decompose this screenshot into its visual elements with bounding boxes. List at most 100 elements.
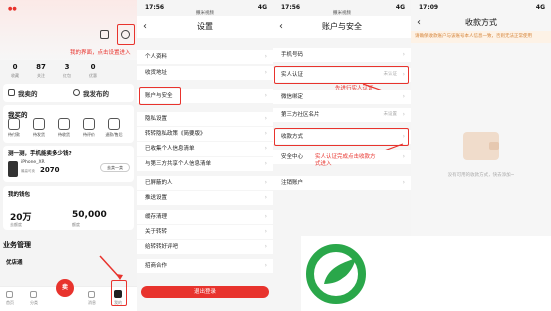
settings-row[interactable]: 个人资料 › [137,50,273,64]
row-label: 收货地址 [145,70,168,76]
buy-item-label: 退款/售后 [105,132,123,137]
settings-row[interactable]: 与第三方共享个人信息清单 › [137,157,273,171]
account-row-wechat[interactable]: 微信绑定 › [273,90,411,104]
stat-label: 红包 [63,73,71,78]
category-icon[interactable] [30,291,37,298]
app-logo: ●● [8,6,17,12]
chevron-right-icon: › [264,262,267,269]
stat-label: 收藏 [11,73,19,78]
chevron-right-icon: › [264,92,267,99]
price-label: 最高可卖 [21,169,35,173]
tab-published[interactable]: 我发布的 [83,88,109,98]
row-label: 注销账户 [281,180,304,186]
chevron-right-icon: › [402,179,405,186]
row-value: 未设置 [383,112,398,117]
tab-label: 首页 [6,300,14,305]
buy-item-label: 待发货 [33,132,45,137]
stat-value[interactable]: 0 [2,63,28,71]
publish-icon [73,89,80,96]
stat-label: 关注 [37,73,45,78]
settings-row[interactable]: 转转隐私政策《简要版》 › [137,127,273,141]
row-label: 给转转好评吧 [145,244,179,250]
empty-state-text: 没有可用的收款方式，快去添加~ [447,173,515,178]
page-title: 账户与安全 [322,22,362,31]
buy-item-label: 待收货 [58,132,70,137]
back-button[interactable]: ‹ [143,16,147,38]
annotation-settings: 我的界面，点击设置进入 [70,50,131,56]
chevron-right-icon: › [264,145,267,152]
row-label: 与第三方共享个人信息清单 [145,161,212,167]
chevron-right-icon: › [264,130,267,137]
chevron-right-icon: › [264,194,267,201]
wallet-icon [463,132,499,160]
sell-tab-button[interactable]: 卖 [56,279,74,297]
stat-value[interactable]: 87 [28,63,54,71]
tab-label: 分类 [30,300,38,305]
pending-review-icon[interactable] [83,118,95,130]
status-carrier: 4G [535,4,545,11]
row-label: 招商合作 [145,263,168,269]
row-label: 微信绑定 [281,94,304,100]
row-label: 安全中心 [281,154,304,160]
chevron-right-icon: › [264,53,267,60]
account-row-community[interactable]: 第三方社区名片 未设置 › [273,108,411,122]
settings-row[interactable]: 已收集个人信息清单 › [137,142,273,156]
business-item[interactable]: 优店通 [6,258,23,266]
warning-banner: 请确保收款账户与该账号本人信息一致，否则无法正常使用 [411,31,551,43]
price-value: 2070 [40,166,60,174]
row-label: 关于转转 [145,229,168,235]
scan-icon[interactable] [100,30,109,39]
stat-value[interactable]: 3 [54,63,80,71]
back-button[interactable]: ‹ [279,16,283,38]
pending-ship-icon[interactable] [33,118,45,130]
chevron-right-icon: › [264,228,267,235]
sell-prompt: 测一测，手机能卖多少钱? [8,151,72,157]
buy-item-label: 待评价 [83,132,95,137]
phone-thumbnail [8,161,18,177]
row-label: 推送设置 [145,195,168,201]
home-icon[interactable] [6,291,13,298]
pending-pay-icon[interactable] [8,118,20,130]
refund-icon[interactable] [108,118,120,130]
logout-button[interactable]: 退出登录 [141,286,269,298]
sell-button[interactable]: 去卖一卖 [100,163,130,172]
buy-item-label: 待付款 [8,132,20,137]
chevron-right-icon: › [264,160,267,167]
settings-row[interactable]: 收货地址 › [137,66,273,80]
stat-value[interactable]: 0 [80,63,106,71]
settings-row[interactable]: 已屏蔽的人 › [137,176,273,190]
wallet-a-label: 去额度 [10,222,22,227]
settings-row[interactable]: 给转转好评吧 › [137,240,273,254]
row-label: 个人资料 [145,54,168,60]
profile-tab-highlight [111,280,127,306]
row-label: 已收集个人信息清单 [145,146,195,152]
settings-row[interactable]: 隐私设置 › [137,112,273,126]
message-icon[interactable] [88,291,95,298]
account-row-phone[interactable]: 手机号码 › [273,48,411,62]
nav-bar: ‹ 账户与安全 [273,16,411,38]
settings-screen: 17:56 4G 撒米视频 ‹ 设置 个人资料 › 收货地址 › 账户与安全 › 隐私… [137,0,273,311]
chevron-right-icon: › [264,69,267,76]
account-row-deactivate[interactable]: 注销账户 › [273,176,411,190]
wallet-b-value[interactable]: 50,000 [72,210,107,220]
chevron-right-icon: › [402,111,405,118]
row-label: 第三方社区名片 [281,112,320,118]
logo-area [301,236,551,311]
row-label: 转转隐私政策《简要版》 [145,131,206,137]
row-label: 已屏蔽的人 [145,180,173,186]
settings-row[interactable]: 推送设置 › [137,191,273,205]
annotation-payment: 实人认证完成点击收款方式进入 [315,154,376,167]
status-time: 17:09 [419,4,439,11]
chevron-right-icon: › [264,213,267,220]
sold-icon [8,89,15,96]
settings-row[interactable]: 关于转转 › [137,225,273,239]
leaf-logo-icon [306,244,366,304]
chevron-right-icon: › [264,179,267,186]
settings-row[interactable]: 招商合作 › [137,259,273,273]
my-page-screen: ●● 0 87 3 0 收藏 关注 红包 优惠 我的界面，点击设置进入 我卖的 … [0,0,137,311]
wallet-title: 我的钱包 [8,192,31,198]
settings-row[interactable]: 缓存清理 › [137,210,273,224]
pending-receive-icon[interactable] [58,118,70,130]
tab-sold[interactable]: 我卖的 [18,88,38,98]
chevron-right-icon: › [402,51,405,58]
